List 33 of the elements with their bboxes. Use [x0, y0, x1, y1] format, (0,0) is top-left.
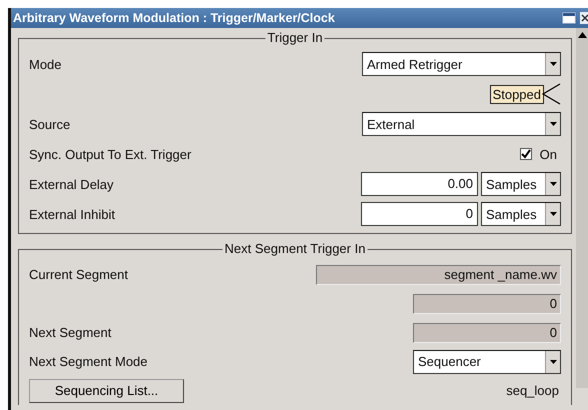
group-title: Next Segment Trigger In [222, 241, 368, 256]
field-label: Current Segment [29, 267, 129, 282]
sequence-name: seq_loop [506, 383, 560, 398]
maximize-icon[interactable] [562, 12, 576, 24]
checkbox-label: On [540, 146, 557, 162]
dropdown[interactable]: Sequencer [413, 350, 561, 374]
unit-dropdown[interactable]: Samples [481, 202, 561, 226]
readout-field: segment _name.wv [316, 264, 561, 284]
dropdown[interactable]: External [362, 112, 561, 136]
unit-dropdown[interactable]: Samples [481, 172, 561, 196]
number-field[interactable]: 0.00 [361, 172, 478, 196]
sequencing-list-button[interactable]: Sequencing List... [29, 378, 184, 402]
caret-icon [550, 212, 556, 216]
scroll-up-icon[interactable] [578, 32, 586, 38]
field-label: Source [29, 116, 72, 132]
readout-field: 0 [413, 322, 561, 342]
group-title: Trigger In [265, 30, 325, 45]
field-label: Next Segment [29, 325, 112, 340]
field-label: Sync. Output To Ext. Trigger [29, 146, 192, 162]
caret-icon [550, 122, 556, 126]
number-field[interactable]: 0 [361, 202, 478, 226]
window-title: Arbitrary Waveform Modulation : Trigger/Marker/Clock [13, 11, 336, 25]
field-label: Next Segment Mode [29, 354, 149, 369]
field-label: External Inhibit [29, 206, 116, 222]
caret-icon [550, 62, 556, 66]
dropdown[interactable]: Armed Retrigger [362, 52, 561, 76]
caret-icon [550, 360, 556, 364]
caret-icon [550, 182, 556, 186]
close-icon[interactable] [580, 12, 588, 24]
field-label: Mode [29, 56, 63, 72]
field-label: External Delay [29, 176, 115, 192]
checkbox[interactable] [520, 148, 532, 160]
readout-field: 0 [413, 294, 561, 314]
